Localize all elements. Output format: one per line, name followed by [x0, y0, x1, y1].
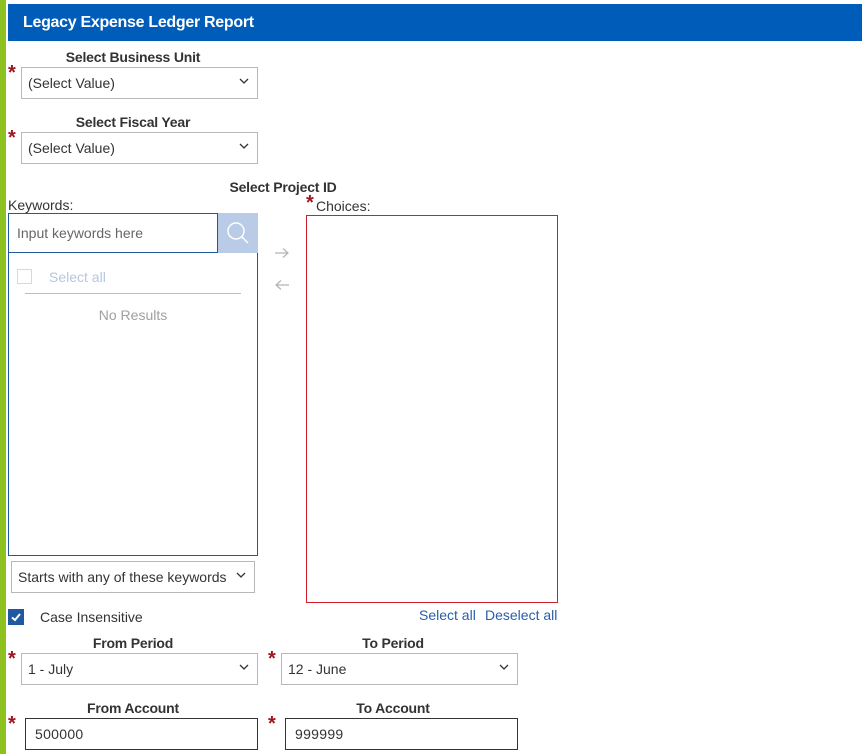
required-asterisk-icon: * [268, 648, 276, 670]
to-account-value: 999999 [295, 726, 344, 742]
list-divider [25, 293, 241, 294]
from-account-value: 500000 [35, 726, 84, 742]
from-account-input[interactable]: 500000 [25, 718, 258, 750]
required-asterisk-icon: * [268, 713, 276, 735]
search-button[interactable] [218, 213, 258, 253]
required-asterisk-icon: * [8, 127, 16, 149]
chevron-down-icon [239, 143, 249, 149]
keywords-placeholder: Input keywords here [17, 225, 144, 241]
fiscal-year-value: (Select Value) [28, 140, 115, 156]
case-insensitive-label: Case Insensitive [40, 609, 143, 625]
keyword-results-list[interactable] [8, 253, 258, 556]
required-asterisk-icon: * [8, 62, 16, 84]
choices-list[interactable] [306, 215, 558, 603]
required-asterisk-icon: * [8, 648, 16, 670]
to-account-label: To Account [356, 700, 430, 716]
keywords-label: Keywords: [8, 197, 74, 213]
project-id-label: Select Project ID [229, 179, 337, 195]
checkmark-icon [11, 613, 21, 622]
no-results-text: No Results [98, 307, 168, 323]
to-period-select[interactable]: 12 - June [281, 653, 518, 685]
from-period-select[interactable]: 1 - July [21, 653, 258, 685]
from-period-value: 1 - July [28, 661, 74, 677]
select-all-label: Select all [49, 269, 106, 285]
arrow-left-icon[interactable] [273, 279, 291, 291]
chevron-down-icon [499, 664, 509, 670]
chevron-down-icon [239, 78, 249, 84]
to-period-value: 12 - June [288, 661, 347, 677]
search-icon [227, 222, 249, 244]
fiscal-year-label: Select Fiscal Year [75, 114, 191, 130]
required-asterisk-icon: * [8, 713, 16, 735]
page-title: Legacy Expense Ledger Report [23, 14, 254, 31]
page-header: Legacy Expense Ledger Report [8, 4, 862, 41]
choices-label: Choices: [316, 198, 371, 214]
case-insensitive-checkbox[interactable] [8, 609, 24, 625]
business-unit-label: Select Business Unit [65, 49, 201, 65]
match-mode-value: Starts with any of these keywords [18, 569, 227, 585]
arrow-right-icon[interactable] [273, 247, 291, 259]
deselect-all-link[interactable]: Deselect all [485, 607, 557, 623]
from-account-label: From Account [87, 700, 179, 716]
accent-stripe [0, 0, 6, 754]
to-account-input[interactable]: 999999 [285, 718, 518, 750]
chevron-down-icon [236, 572, 246, 578]
fiscal-year-select[interactable]: (Select Value) [21, 132, 258, 164]
select-all-link[interactable]: Select all [419, 607, 476, 623]
business-unit-value: (Select Value) [28, 75, 115, 91]
business-unit-select[interactable]: (Select Value) [21, 67, 258, 99]
keywords-input[interactable]: Input keywords here [8, 213, 218, 253]
from-period-label: From Period [92, 635, 174, 651]
required-asterisk-icon: * [306, 192, 314, 214]
match-mode-select[interactable]: Starts with any of these keywords [11, 561, 255, 593]
chevron-down-icon [239, 664, 249, 670]
to-period-label: To Period [362, 635, 424, 651]
select-all-checkbox[interactable] [17, 269, 32, 284]
